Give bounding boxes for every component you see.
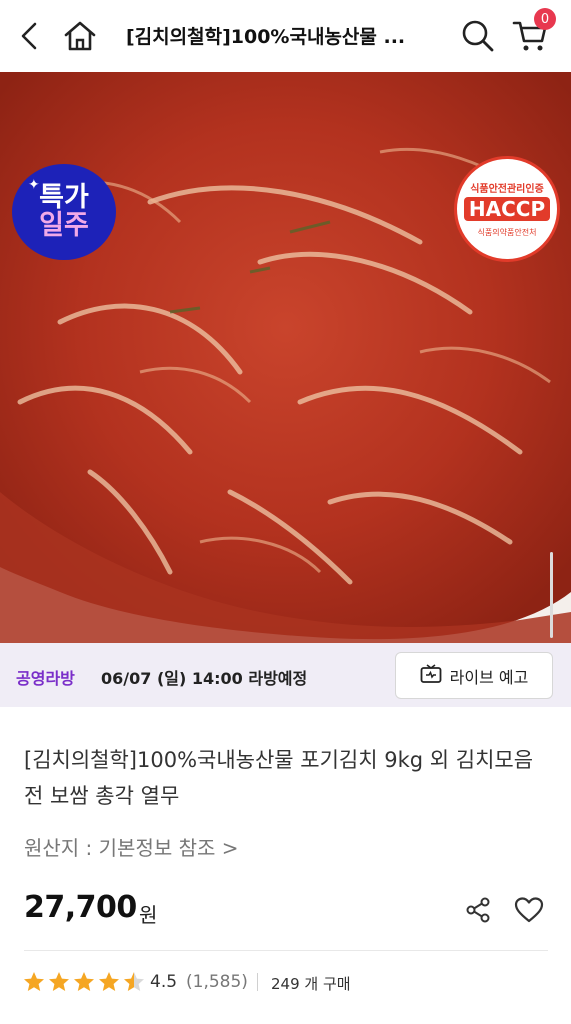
separator <box>257 973 258 991</box>
product-price: 27,700 <box>24 890 137 925</box>
top-app-bar: [김치의철학]100%국내농산물 ... 0 <box>0 0 571 72</box>
live-preview-label: 라이브 예고 <box>449 667 529 687</box>
live-host-label: 공영라방 <box>16 669 75 688</box>
back-icon[interactable] <box>8 14 52 58</box>
share-icon[interactable] <box>460 892 496 928</box>
cart-count-badge: 0 <box>534 8 556 30</box>
price-currency: 원 <box>139 903 158 927</box>
heart-icon[interactable] <box>510 892 548 928</box>
origin-info-link[interactable]: 원산지 : 기본정보 참조 > <box>24 832 239 861</box>
badge-text-line2: 일주 <box>39 210 89 241</box>
product-title: [김치의철학]100%국내농산물 포기김치 9kg 외 김치모음전 보쌈 총각 … <box>24 748 534 808</box>
star-icon <box>74 972 94 991</box>
sparkle-icon: ✦ <box>28 177 40 193</box>
star-icon <box>99 972 119 991</box>
search-icon[interactable] <box>456 14 500 58</box>
review-count[interactable]: (1,585) <box>186 972 248 992</box>
page-title: [김치의철학]100%국내농산물 ... <box>126 26 406 48</box>
star-icon <box>124 972 144 991</box>
haccp-top-text: 식품안전관리인증 <box>470 184 544 195</box>
live-schedule-text: 06/07 (일) 14:00 라방예정 <box>101 669 308 688</box>
rating-value: 4.5 <box>150 972 178 992</box>
cart-icon[interactable]: 0 <box>508 8 556 58</box>
tv-icon <box>420 663 442 688</box>
haccp-mark: HACCP <box>463 197 551 221</box>
home-icon[interactable] <box>58 14 102 58</box>
live-preview-button[interactable]: 라이브 예고 <box>395 652 553 699</box>
haccp-bottom-text: 식품의약품안전처 <box>477 228 537 237</box>
divider <box>24 950 548 951</box>
purchase-count: 249 개 구매 <box>271 975 351 993</box>
badge-text-line1: 특가 <box>39 181 89 213</box>
image-scrollbar <box>550 552 553 638</box>
star-icon <box>24 972 44 991</box>
star-rating <box>22 970 146 994</box>
star-icon <box>49 972 69 991</box>
haccp-certification-logo: 식품안전관리인증 HACCP 식품의약품안전처 <box>454 156 560 262</box>
weekly-special-badge: ✦ 특가 일주 <box>12 164 116 260</box>
product-image[interactable]: ✦ 특가 일주 식품안전관리인증 HACCP 식품의약품안전처 <box>0 72 571 643</box>
